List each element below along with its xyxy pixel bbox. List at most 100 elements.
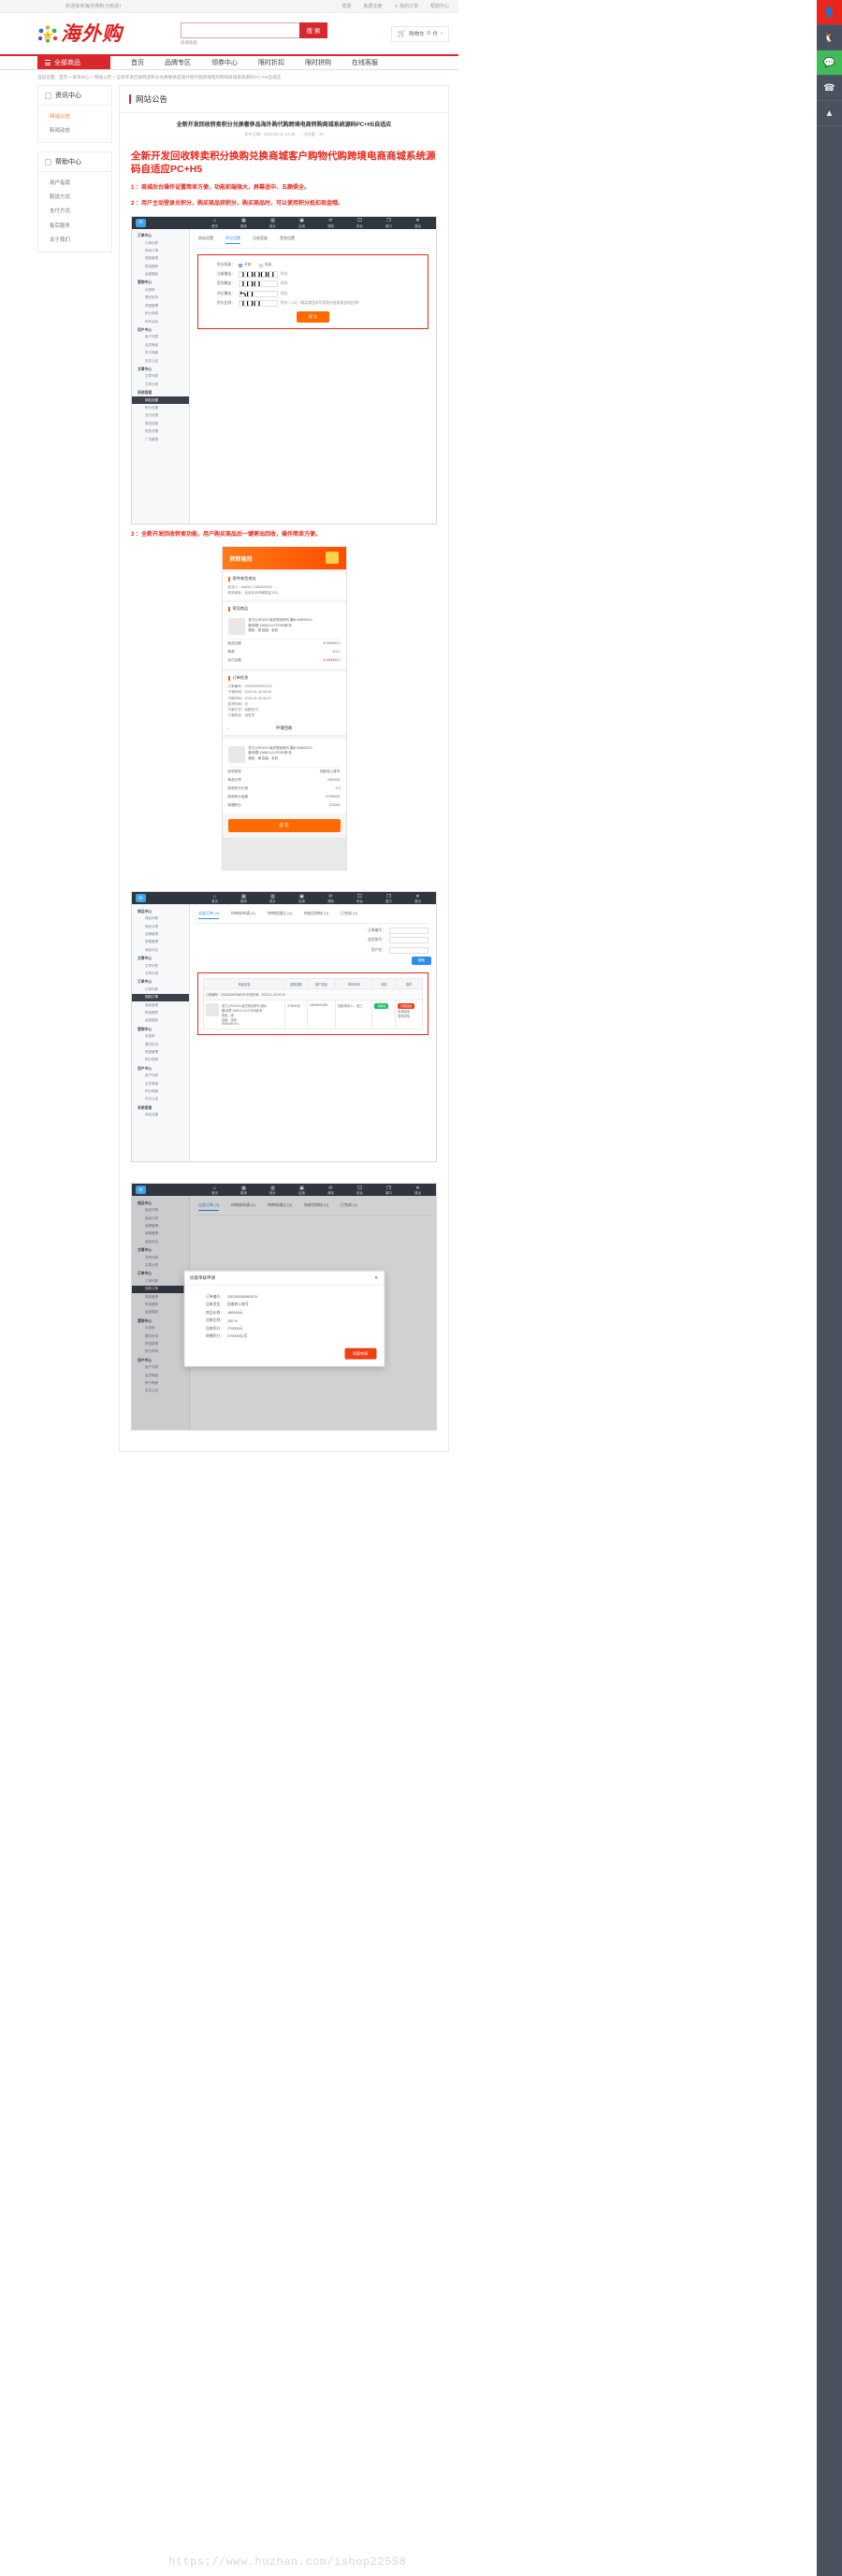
admin-item-active[interactable]: 回收订单 bbox=[132, 993, 189, 1001]
toolbar-frontend[interactable]: 🖵 前台 bbox=[345, 217, 374, 228]
subtab-pending-receive[interactable]: 待收货审核 (0) bbox=[304, 911, 328, 919]
link-help-center[interactable]: 帮助中心 bbox=[430, 3, 449, 9]
toolbar-apps[interactable]: ▣ 应用 bbox=[287, 1185, 316, 1196]
toolbar-apps[interactable]: ▣ 应用 bbox=[287, 893, 316, 904]
toolbar-home[interactable]: ⌂ 首页 bbox=[200, 1185, 229, 1196]
sidebar-item-news[interactable]: 新闻动态 bbox=[38, 122, 111, 137]
toolbar-exit[interactable]: ✕ 退出 bbox=[403, 217, 432, 228]
sidebar-item-user-guide[interactable]: 用户指南 bbox=[38, 175, 111, 189]
toolbar-modules[interactable]: ▦ 模块 bbox=[229, 217, 258, 228]
toolbar-exit[interactable]: ✕ 退出 bbox=[403, 893, 432, 904]
nav-item-home[interactable]: 首页 bbox=[131, 58, 144, 67]
radio-enable[interactable]: 开启 bbox=[239, 263, 252, 267]
approve-button[interactable]: 同意回收 bbox=[398, 1003, 415, 1009]
toolbar-stats[interactable]: ▥ 统计 bbox=[258, 893, 287, 904]
apply-row-type[interactable]: 回收类型 回收转入账号 bbox=[228, 768, 341, 776]
signin-gift-input[interactable] bbox=[239, 281, 278, 288]
subtab-pending-apply[interactable]: 待审核申请 (1) bbox=[231, 911, 255, 919]
admin-item[interactable]: 转卖订单 bbox=[132, 247, 189, 254]
subtab-site-settings[interactable]: 网站设置 bbox=[198, 236, 213, 244]
admin-item[interactable]: 限时折扣 bbox=[132, 1041, 189, 1048]
admin-item[interactable]: 实名认证 bbox=[132, 1096, 189, 1103]
admin-item[interactable]: 退款管理 bbox=[132, 1001, 189, 1009]
admin-item[interactable]: 物流设置 bbox=[132, 420, 189, 427]
admin-item[interactable]: 优惠券 bbox=[132, 1033, 189, 1041]
admin-item[interactable]: 运费模板 bbox=[132, 271, 189, 279]
filter-member-account-input[interactable] bbox=[389, 937, 428, 943]
toolbar-window[interactable]: ❐ 窗口 bbox=[374, 893, 403, 904]
reject-button[interactable]: 拒绝回收 bbox=[398, 1010, 410, 1014]
nav-item-flash-group[interactable]: 限时拼购 bbox=[305, 58, 331, 67]
service-phone-icon[interactable]: ☎ bbox=[817, 76, 842, 101]
toolbar-window[interactable]: ❐ 窗口 bbox=[374, 217, 403, 228]
toolbar-exit[interactable]: ✕ 退出 bbox=[403, 1185, 432, 1196]
search-button[interactable]: 搜 索 bbox=[299, 22, 327, 38]
admin-item[interactable]: 文章分类 bbox=[132, 970, 189, 977]
admin-item[interactable]: 运费模板 bbox=[132, 1017, 189, 1025]
h5-submit-button[interactable]: 提 交 bbox=[227, 819, 341, 832]
nav-item-flash-discount[interactable]: 限时折扣 bbox=[258, 58, 284, 67]
nav-item-coupon-center[interactable]: 领券中心 bbox=[211, 58, 238, 67]
admin-item[interactable]: 会员等级 bbox=[132, 341, 189, 349]
modal-approve-button[interactable]: 同意申请 bbox=[344, 1347, 376, 1360]
toolbar-frontend[interactable]: 🖵 前台 bbox=[345, 893, 374, 904]
toolbar-clear[interactable]: ⟳ 清除 bbox=[316, 893, 345, 904]
toolbar-stats[interactable]: ▥ 统计 bbox=[258, 217, 287, 228]
sidebar-item-site-notice[interactable]: 网站公告 bbox=[38, 108, 111, 122]
close-icon[interactable]: ✕ bbox=[374, 1275, 378, 1281]
toolbar-home[interactable]: ⌂ 首页 bbox=[200, 893, 229, 904]
admin-item[interactable]: 秒杀活动 bbox=[132, 318, 189, 325]
admin-item[interactable]: 商品列表 bbox=[132, 915, 189, 923]
admin-item[interactable]: 积分商城 bbox=[132, 1057, 189, 1064]
search-hotword[interactable]: 商城系统 bbox=[181, 40, 327, 46]
toolbar-frontend[interactable]: 🖵 前台 bbox=[345, 1185, 374, 1196]
subtab-signin-settings[interactable]: 签到设置 bbox=[280, 236, 295, 244]
admin-item[interactable]: 短信设置 bbox=[132, 428, 189, 436]
admin-item[interactable]: 支付设置 bbox=[132, 412, 189, 420]
filter-username-input[interactable] bbox=[389, 946, 428, 954]
admin-item[interactable]: 拼团管理 bbox=[132, 1048, 189, 1056]
sidebar-item-payment[interactable]: 支付方式 bbox=[38, 204, 111, 218]
admin-item[interactable]: 积分设置 bbox=[132, 404, 189, 411]
nav-all-goods[interactable]: 全部商品 bbox=[37, 56, 110, 69]
service-back-to-top-icon[interactable]: ▲ bbox=[817, 101, 842, 126]
chevron-left-icon[interactable]: ‹ bbox=[228, 727, 229, 731]
nav-item-brand-zone[interactable]: 品牌专区 bbox=[165, 58, 191, 67]
admin-item[interactable]: 品牌管理 bbox=[132, 930, 189, 938]
admin-item[interactable]: 广告管理 bbox=[132, 436, 189, 443]
subtab-pending-approve[interactable]: 待审核通过 (0) bbox=[268, 911, 292, 919]
admin-item[interactable]: 退款管理 bbox=[132, 255, 189, 263]
link-my-orders[interactable]: ★我的订单 bbox=[394, 3, 418, 9]
toolbar-modules[interactable]: ▦ 模块 bbox=[229, 893, 258, 904]
admin-item[interactable]: 物流跟踪 bbox=[132, 263, 189, 270]
admin-item[interactable]: 商品评论 bbox=[132, 946, 189, 954]
admin-item[interactable]: 积分明细 bbox=[132, 350, 189, 357]
admin-item[interactable]: 订单列表 bbox=[132, 986, 189, 993]
admin-item[interactable]: 实名认证 bbox=[132, 357, 189, 365]
filter-order-no-input[interactable] bbox=[389, 927, 428, 934]
admin-item[interactable]: 用户列表 bbox=[132, 334, 189, 341]
link-login[interactable]: 登录 bbox=[341, 3, 351, 9]
admin-item[interactable]: 拼团管理 bbox=[132, 302, 189, 309]
toolbar-clear[interactable]: ⟳ 清除 bbox=[316, 1185, 345, 1196]
register-gift-input[interactable] bbox=[239, 270, 278, 278]
toolbar-home[interactable]: ⌂ 首页 bbox=[200, 217, 229, 228]
subtab-points-settings[interactable]: 积分设置 bbox=[225, 236, 240, 244]
admin-item-active[interactable]: 网站设置 bbox=[132, 396, 189, 405]
admin-item[interactable]: 订单列表 bbox=[132, 239, 189, 247]
admin-item[interactable]: 网站设置 bbox=[132, 1112, 189, 1119]
service-qq-icon[interactable]: 🐧 bbox=[817, 25, 842, 50]
admin-item[interactable]: 优惠券 bbox=[132, 286, 189, 294]
admin-item[interactable]: 规格管理 bbox=[132, 939, 189, 946]
toolbar-window[interactable]: ❐ 窗口 bbox=[374, 1185, 403, 1196]
subtab-all-orders[interactable]: 全部订单 (3) bbox=[198, 911, 219, 919]
comment-gift-input[interactable] bbox=[239, 290, 278, 297]
admin-item[interactable]: 文章列表 bbox=[132, 373, 189, 381]
link-register[interactable]: 免费注册 bbox=[363, 3, 382, 9]
admin-item[interactable]: 用户列表 bbox=[132, 1072, 189, 1080]
detail-button[interactable]: 查看详情 bbox=[398, 1015, 410, 1018]
admin-item[interactable]: 商品分类 bbox=[132, 923, 189, 930]
service-user-icon[interactable]: 👤 bbox=[817, 0, 842, 25]
sidebar-item-after-sales[interactable]: 售后服务 bbox=[38, 218, 111, 232]
site-logo[interactable]: 海外购 bbox=[37, 23, 123, 44]
